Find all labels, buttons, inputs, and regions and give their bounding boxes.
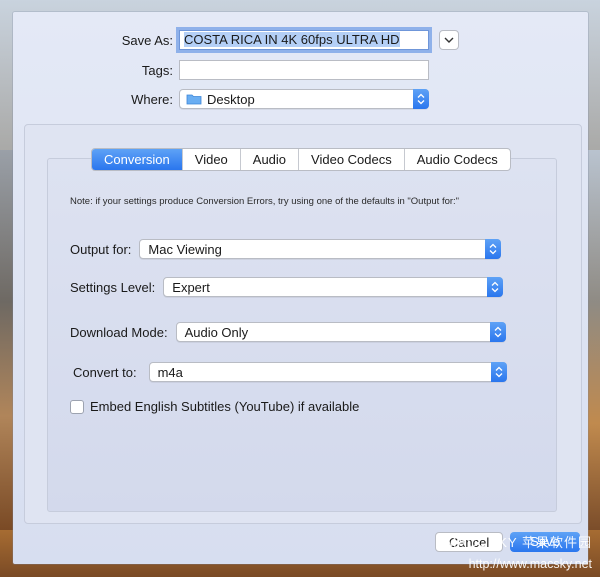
popup-arrows-icon <box>489 322 506 342</box>
settings-level-popup[interactable]: Expert <box>163 277 504 297</box>
options-group: Conversion Video Audio Video Codecs Audi… <box>24 124 582 524</box>
tags-label: Tags: <box>141 62 173 78</box>
expand-panel-button[interactable] <box>439 30 459 50</box>
save-as-label: Save As: <box>121 32 173 48</box>
conversion-note: Note: if your settings produce Conversio… <box>70 196 460 207</box>
output-for-value: Mac Viewing <box>148 241 222 257</box>
popup-arrows-icon <box>485 239 502 259</box>
watermark-title: MACOSKY 苹果软件园 <box>445 535 592 550</box>
tab-audio-codecs[interactable]: Audio Codecs <box>403 149 510 170</box>
where-label: Where: <box>131 91 173 107</box>
tab-video-codecs[interactable]: Video Codecs <box>298 149 404 170</box>
tab-audio[interactable]: Audio <box>239 149 298 170</box>
output-for-label: Output for: <box>70 241 132 257</box>
folder-icon <box>186 94 202 105</box>
tab-conversion[interactable]: Conversion <box>92 149 182 170</box>
where-popup[interactable]: Desktop <box>179 89 429 109</box>
save-as-value: COSTA RICA IN 4K 60fps ULTRA HD <box>184 32 400 47</box>
where-value: Desktop <box>207 91 255 107</box>
download-mode-label: Download Mode: <box>70 324 168 340</box>
popup-arrows-icon <box>487 277 504 297</box>
embed-subtitles-checkbox-row[interactable]: Embed English Subtitles (YouTube) if ava… <box>70 399 359 414</box>
watermark-url: http://www.macsky.net <box>468 557 592 571</box>
settings-level-label: Settings Level: <box>70 279 156 295</box>
download-mode-row: Download Mode: Audio Only <box>70 322 506 342</box>
embed-subtitles-label: Embed English Subtitles (YouTube) if ava… <box>90 399 360 414</box>
convert-to-popup[interactable]: m4a <box>148 362 507 382</box>
tab-bar: Conversion Video Audio Video Codecs Audi… <box>91 148 511 171</box>
download-mode-popup[interactable]: Audio Only <box>175 322 506 342</box>
tab-video[interactable]: Video <box>181 149 240 170</box>
where-row: Where: Desktop <box>13 89 429 109</box>
output-for-popup[interactable]: Mac Viewing <box>139 239 502 259</box>
convert-to-row: Convert to: m4a <box>73 362 507 382</box>
output-for-row: Output for: Mac Viewing <box>70 239 502 259</box>
convert-to-label: Convert to: <box>73 364 137 380</box>
save-as-field[interactable]: COSTA RICA IN 4K 60fps ULTRA HD <box>179 30 429 50</box>
embed-subtitles-checkbox[interactable] <box>70 399 84 414</box>
popup-arrows-icon <box>413 89 429 109</box>
save-sheet: Save As: COSTA RICA IN 4K 60fps ULTRA HD… <box>13 12 588 564</box>
settings-level-row: Settings Level: Expert <box>70 277 504 297</box>
popup-arrows-icon <box>490 362 507 382</box>
tags-row: Tags: <box>13 60 429 80</box>
conversion-panel: Note: if your settings produce Conversio… <box>47 158 557 512</box>
convert-to-value: m4a <box>157 364 183 380</box>
chevron-down-icon <box>444 37 454 43</box>
tags-field[interactable] <box>179 60 429 80</box>
download-mode-value: Audio Only <box>184 324 249 340</box>
settings-level-value: Expert <box>172 279 210 295</box>
save-as-row: Save As: COSTA RICA IN 4K 60fps ULTRA HD <box>13 30 459 50</box>
